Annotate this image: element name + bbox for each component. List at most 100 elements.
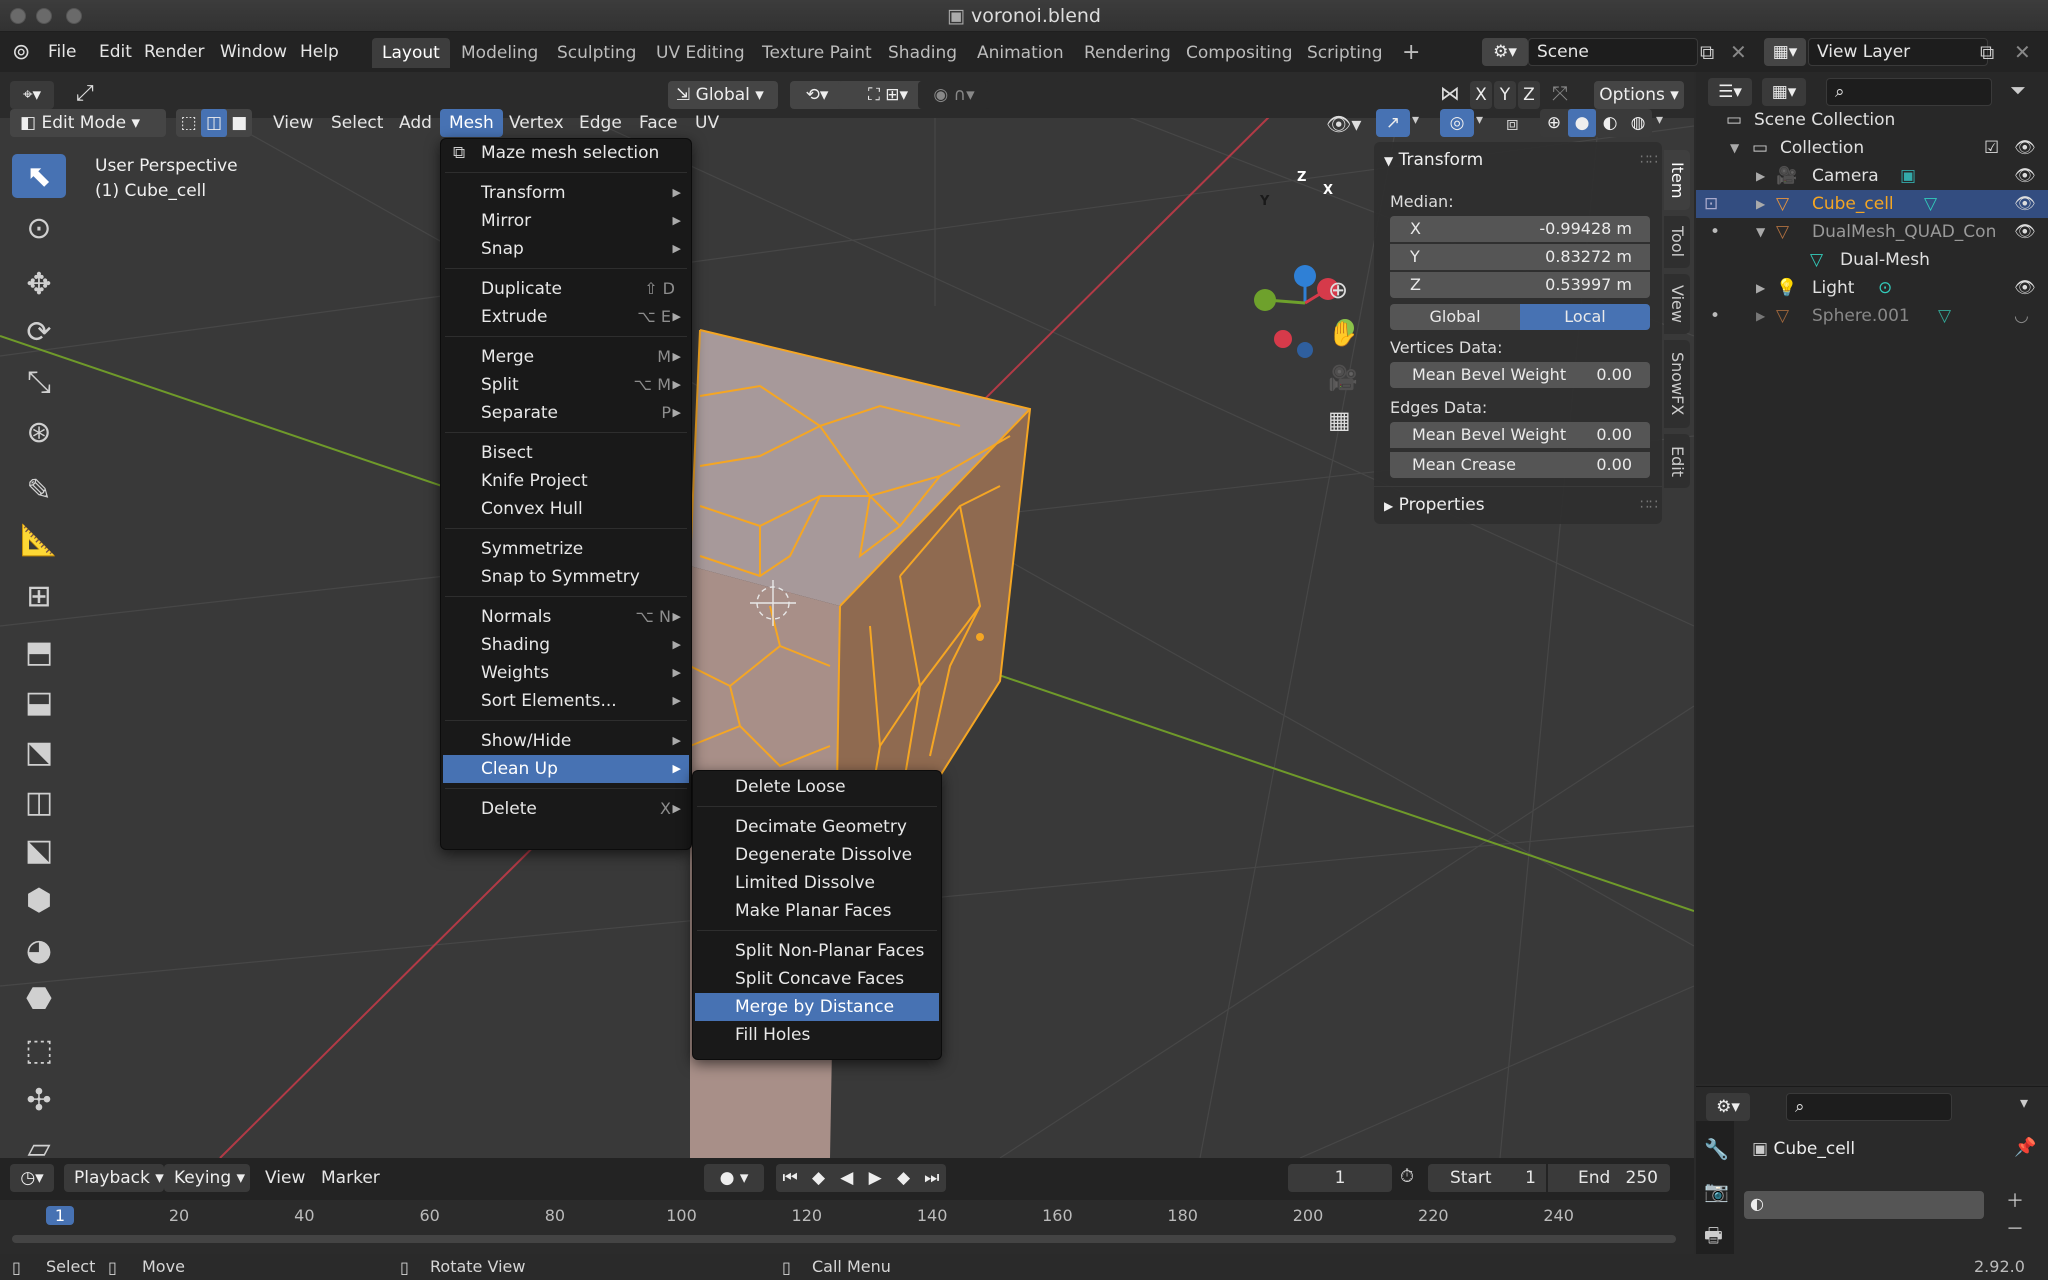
brush-slot-field[interactable]: ◐ xyxy=(1744,1191,1984,1219)
xray-icon[interactable]: ⧈ xyxy=(1506,111,1519,135)
drag-handle-icon[interactable]: ∷∷ xyxy=(1640,152,1658,168)
select-box-icon[interactable]: ⤢ xyxy=(76,81,94,106)
eye-closed-icon[interactable]: ◡ xyxy=(2014,302,2029,330)
remove-scene-icon[interactable]: ✕ xyxy=(1730,40,1747,64)
outliner-item-dual-mesh-data[interactable]: ▽ Dual-Mesh xyxy=(1696,246,2048,274)
sidebar-tab-view[interactable]: View xyxy=(1664,274,1690,334)
vertex-select-icon[interactable]: ⬚ xyxy=(176,109,201,137)
zoom-icon[interactable]: ⊕ xyxy=(1328,276,1348,304)
menu-add[interactable]: Add xyxy=(390,109,441,137)
scale-tool-icon[interactable]: ⤡ xyxy=(12,360,66,404)
record-icon[interactable]: ● ▾ xyxy=(704,1164,764,1192)
properties-options-icon[interactable]: ▾ xyxy=(2020,1093,2028,1112)
select-tool-icon[interactable]: ⬉ xyxy=(12,154,66,198)
edge-slide-tool-icon[interactable]: ⬚ xyxy=(12,1028,66,1072)
gizmo-x-label[interactable]: X xyxy=(1323,183,1333,198)
outliner-collection[interactable]: ▼ ▭ Collection ☑ 👁 xyxy=(1696,134,2048,162)
tab-uv-editing[interactable]: UV Editing xyxy=(646,38,755,68)
spin-tool-icon[interactable]: ◕ xyxy=(12,928,66,972)
view-layer-browse-icon[interactable]: ▦▾ xyxy=(1764,38,1806,66)
tab-compositing[interactable]: Compositing xyxy=(1176,38,1303,68)
overlays-dropdown-icon[interactable]: ▾ xyxy=(1476,112,1483,128)
poly-build-tool-icon[interactable]: ⬢ xyxy=(12,878,66,922)
output-tab-icon[interactable]: 🖶 xyxy=(1704,1221,1723,1255)
gizmo-toggle-icon[interactable]: ↗ xyxy=(1376,109,1410,137)
checkbox-icon[interactable]: ☑ xyxy=(1984,134,1999,162)
current-frame-field[interactable]: 1 xyxy=(1288,1164,1392,1192)
median-y-field[interactable]: Y 0.83272 m xyxy=(1390,244,1650,270)
cleanup-item[interactable]: Split Concave Faces xyxy=(695,965,939,993)
jump-start-icon[interactable]: ⏮ xyxy=(776,1164,804,1192)
smooth-tool-icon[interactable]: ⬣ xyxy=(12,976,66,1020)
transform-tool-icon[interactable]: ⊛ xyxy=(12,410,66,454)
menu-render[interactable]: Render xyxy=(136,38,213,66)
view-layer-field[interactable]: View Layer xyxy=(1808,38,1988,66)
menu-uv[interactable]: UV xyxy=(686,109,728,137)
annotate-tool-icon[interactable]: ✎ xyxy=(12,468,66,512)
menu-file[interactable]: File xyxy=(40,38,84,66)
keying-dropdown[interactable]: Keying ▾ xyxy=(164,1164,250,1192)
cleanup-item[interactable]: Limited Dissolve xyxy=(695,869,939,897)
tab-layout[interactable]: Layout xyxy=(372,38,450,68)
vertex-bevel-weight-field[interactable]: Mean Bevel Weight 0.00 xyxy=(1390,362,1650,388)
mesh-menu-item[interactable]: Knife Project xyxy=(443,467,689,495)
transform-orientation-dropdown[interactable]: ⇲ Global ▾ xyxy=(668,81,778,109)
edge-crease-field[interactable]: Mean Crease 0.00 xyxy=(1390,452,1650,478)
playback-dropdown[interactable]: Playback ▾ xyxy=(64,1164,164,1192)
scene-browse-icon[interactable]: ⚙▾ xyxy=(1482,38,1528,66)
cleanup-item[interactable]: Make Planar Faces xyxy=(695,897,939,925)
move-tool-icon[interactable]: ✥ xyxy=(12,262,66,306)
tab-scripting[interactable]: Scripting xyxy=(1297,38,1393,68)
stopwatch-icon[interactable]: ⏱ xyxy=(1400,1166,1414,1187)
options-dropdown[interactable]: Options ▾ xyxy=(1594,81,1684,109)
extrude-tool-icon[interactable]: ⬒ xyxy=(12,630,66,674)
gizmo-z-label[interactable]: Z xyxy=(1297,170,1306,185)
current-frame-marker[interactable]: 1 xyxy=(46,1206,74,1225)
timeline-editor-icon[interactable]: ◷▾ xyxy=(10,1164,54,1192)
properties-editor-icon[interactable]: ⚙▾ xyxy=(1706,1093,1750,1121)
start-frame-field[interactable]: Start 1 xyxy=(1428,1164,1546,1192)
tab-rendering[interactable]: Rendering xyxy=(1074,38,1181,68)
sidebar-tab-tool[interactable]: Tool xyxy=(1664,216,1690,268)
new-view-layer-icon[interactable]: ⧉ xyxy=(1980,40,1994,64)
cleanup-item[interactable]: Split Non-Planar Faces xyxy=(695,937,939,965)
mesh-menu-item[interactable]: Delete X ▶ xyxy=(443,795,689,823)
menu-help[interactable]: Help xyxy=(292,38,347,66)
menu-select[interactable]: Select xyxy=(322,109,392,137)
cleanup-item[interactable]: Decimate Geometry xyxy=(695,813,939,841)
transform-panel-header[interactable]: ▼ Transform xyxy=(1384,150,1483,170)
median-z-field[interactable]: Z 0.53997 m xyxy=(1390,272,1650,298)
inset-tool-icon[interactable]: ⬓ xyxy=(12,680,66,724)
global-space-toggle[interactable]: Global xyxy=(1390,304,1520,330)
pin-icon[interactable]: 📌 xyxy=(2014,1137,2036,1158)
knife-tool-icon[interactable]: ⬕ xyxy=(12,828,66,872)
add-workspace-icon[interactable]: + xyxy=(1392,38,1430,68)
filter-icon[interactable]: ⏷ xyxy=(2010,78,2026,102)
mesh-menu-item[interactable]: Weights ▶ xyxy=(443,659,689,687)
menu-vertex[interactable]: Vertex xyxy=(500,109,573,137)
new-scene-icon[interactable]: ⧉ xyxy=(1700,40,1714,64)
outliner-item-camera[interactable]: ▶ 🎥 Camera ▣ 👁 xyxy=(1696,162,2048,190)
properties-search-input[interactable]: ⌕ xyxy=(1786,1093,1952,1121)
outliner-scene-collection[interactable]: ▭ Scene Collection xyxy=(1696,106,2048,134)
mesh-menu-item[interactable]: Sort Elements... ▶ xyxy=(443,687,689,715)
mesh-menu-item[interactable]: ⧉ Maze mesh selection xyxy=(443,139,689,167)
rendered-shading-icon[interactable]: ◍ xyxy=(1624,109,1652,137)
menu-edge[interactable]: Edge xyxy=(570,109,631,137)
mesh-menu-item[interactable]: Duplicate ⇧ D xyxy=(443,275,689,303)
add-cube-tool-icon[interactable]: ⊞ xyxy=(12,574,66,618)
outliner-item-light[interactable]: ▶ 💡 Light ⊙ 👁 xyxy=(1696,274,2048,302)
proportional-edit-icon[interactable]: ◉ ∩▾ xyxy=(918,81,990,109)
tab-modeling[interactable]: Modeling xyxy=(451,38,548,68)
mirror-icon[interactable]: ⋈ xyxy=(1440,81,1460,105)
outliner-item-cube-cell[interactable]: ⊡ ▶ ▽ Cube_cell ▽ 👁 xyxy=(1696,190,2048,218)
menu-window[interactable]: Window xyxy=(212,38,295,66)
gizmo-y-label[interactable]: Y xyxy=(1260,194,1269,209)
jump-end-icon[interactable]: ⏭ xyxy=(918,1164,946,1192)
tab-texture-paint[interactable]: Texture Paint xyxy=(752,38,882,68)
mesh-menu-item[interactable]: Show/Hide ▶ xyxy=(443,727,689,755)
eye-icon[interactable]: 👁 xyxy=(2014,274,2036,302)
mesh-menu-item[interactable]: Shading ▶ xyxy=(443,631,689,659)
editor-type-icon[interactable]: ⌖▾ xyxy=(10,81,54,109)
display-mode-icon[interactable]: ▦▾ xyxy=(1762,78,1806,106)
